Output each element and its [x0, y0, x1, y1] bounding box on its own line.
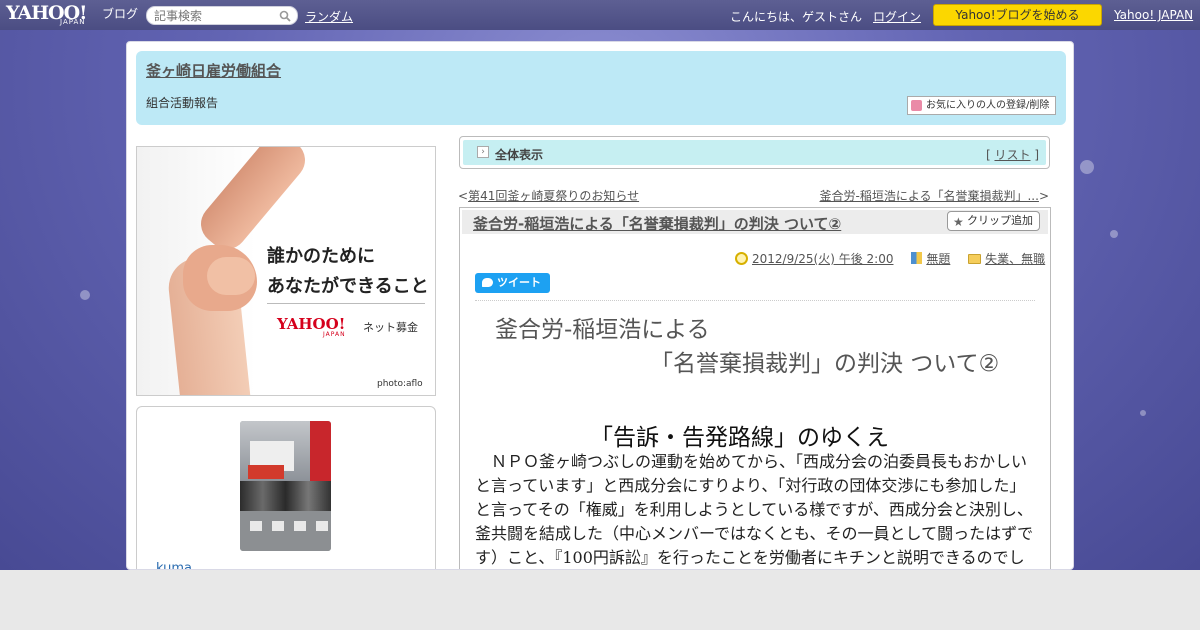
list-bracket-close: ]	[1030, 148, 1039, 162]
search-box	[146, 6, 298, 25]
avatar-road	[240, 511, 331, 551]
article-title[interactable]: 釜合労-稲垣浩による「名誉棄損裁判」の判決 ついて②	[473, 213, 841, 234]
next-article-link[interactable]: 釜合労-稲垣浩による「名誉棄損裁判」...	[820, 189, 1039, 203]
bottom-area	[0, 570, 1200, 630]
all-view-label: 全体表示	[495, 148, 544, 162]
clip-add-button[interactable]: ★ クリップ追加	[947, 211, 1040, 231]
ad-yahoo-logo-japan: JAPAN	[323, 331, 346, 338]
prev-article-link[interactable]: 第41回釜ヶ崎夏祭りのお知らせ	[468, 189, 639, 203]
list-link-wrapper: [ リスト ]	[986, 146, 1039, 163]
login-link[interactable]: ログイン	[873, 8, 921, 25]
list-link[interactable]: リスト	[994, 148, 1030, 162]
avatar-crosswalk	[272, 521, 284, 531]
article: 釜合労-稲垣浩による「名誉棄損裁判」の判決 ついて② ★ クリップ追加 2012…	[459, 207, 1051, 569]
chevron-right-icon: ›	[477, 146, 489, 158]
blog-title[interactable]: 釜ヶ崎日雇労働組合	[146, 60, 281, 81]
article-body: ＮＰＯ釜ヶ崎つぶしの運動を始めてから、「西成分会の泊委員長もおかしいと言っていま…	[475, 452, 1034, 567]
greeting-text: こんにちは、ゲストさん	[730, 10, 863, 24]
ad-headline-1: 誰かのために	[267, 246, 375, 267]
yahoo-japan-link[interactable]: Yahoo! JAPAN	[1114, 8, 1193, 22]
blog-subtitle: 組合活動報告	[146, 96, 219, 110]
clock-icon	[735, 252, 748, 265]
profile-avatar[interactable]	[240, 421, 331, 551]
bg-sparkle	[1140, 410, 1146, 416]
all-view-inner: › 全体表示 [ リスト ]	[463, 140, 1046, 165]
logo-blog: ブログ	[102, 7, 139, 21]
article-divider	[475, 300, 1035, 301]
next-article-nav: 釜合労-稲垣浩による「名誉棄損裁判」...>	[820, 187, 1049, 204]
all-view-bar: › 全体表示 [ リスト ]	[459, 136, 1050, 169]
ad-hand	[207, 257, 255, 295]
start-blog-button[interactable]: Yahoo!ブログを始める	[933, 4, 1102, 26]
avatar-flag	[310, 421, 331, 481]
tweet-button-label: ツイート	[497, 276, 541, 289]
bg-sparkle	[1080, 160, 1094, 174]
next-arrow: >	[1038, 189, 1049, 203]
article-title-bar: 釜合労-稲垣浩による「名誉棄損裁判」の判決 ついて② ★ クリップ追加	[462, 210, 1048, 234]
avatar-crosswalk	[250, 521, 262, 531]
article-heading-line1: 釜合労-稲垣浩による	[495, 317, 710, 343]
yahoo-blog-logo[interactable]: YAHOO! JAPAN ブログ	[6, 2, 142, 28]
article-theme[interactable]: 無題	[926, 252, 950, 266]
bg-sparkle	[80, 290, 90, 300]
heart-icon	[911, 100, 922, 111]
clip-add-label: クリップ追加	[967, 214, 1033, 227]
bg-sparkle	[1110, 230, 1118, 238]
prev-article-nav: <第41回釜ヶ崎夏祭りのお知らせ	[458, 187, 639, 204]
avatar-crosswalk	[294, 521, 306, 531]
twitter-bird-icon	[482, 278, 493, 287]
ad-photo-credit: photo:aflo	[377, 379, 423, 389]
search-icon[interactable]	[279, 10, 291, 22]
avatar-banner	[248, 465, 284, 479]
avatar-crosswalk	[316, 521, 328, 531]
favorite-button[interactable]: お気に入りの人の登録/削除	[907, 96, 1056, 115]
ad-arm	[192, 147, 314, 258]
random-link[interactable]: ランダム	[305, 8, 353, 25]
prev-arrow: <	[458, 189, 469, 203]
avatar-crowd	[240, 481, 331, 511]
article-subheading: 「告訴・告発路線」のゆくえ	[590, 425, 889, 451]
profile-username[interactable]: kuma	[156, 561, 192, 569]
folder-icon	[968, 254, 982, 264]
logo-japan: JAPAN	[60, 18, 86, 26]
ad-headline-2: あなたができること	[267, 276, 429, 297]
star-icon: ★	[953, 215, 964, 229]
theme-icon	[911, 252, 923, 264]
top-bar: YAHOO! JAPAN ブログ ランダム こんにちは、ゲストさん ログイン Y…	[0, 0, 1200, 30]
search-input[interactable]	[154, 9, 274, 23]
article-date[interactable]: 2012/9/25(火) 午後 2:00	[752, 252, 893, 266]
article-category[interactable]: 失業、無職	[985, 252, 1045, 266]
article-meta: 2012/9/25(火) 午後 2:00 無題 失業、無職	[735, 250, 1045, 267]
ad-divider	[267, 303, 425, 304]
tweet-button[interactable]: ツイート	[475, 273, 550, 293]
ad-service-name: ネット募金	[363, 321, 418, 334]
charity-ad-banner[interactable]: 誰かのために あなたができること YAHOO! JAPAN ネット募金 phot…	[136, 146, 436, 396]
favorite-button-label: お気に入りの人の登録/削除	[926, 100, 1050, 111]
blog-container: 釜ヶ崎日雇労働組合 組合活動報告 お気に入りの人の登録/削除 誰かのために あな…	[126, 41, 1074, 570]
blog-header: 釜ヶ崎日雇労働組合 組合活動報告 お気に入りの人の登録/削除	[136, 51, 1066, 125]
profile-box: kuma	[136, 406, 436, 569]
article-heading-line2: 「名誉棄損裁判」の判決 ついて②	[650, 351, 1000, 377]
